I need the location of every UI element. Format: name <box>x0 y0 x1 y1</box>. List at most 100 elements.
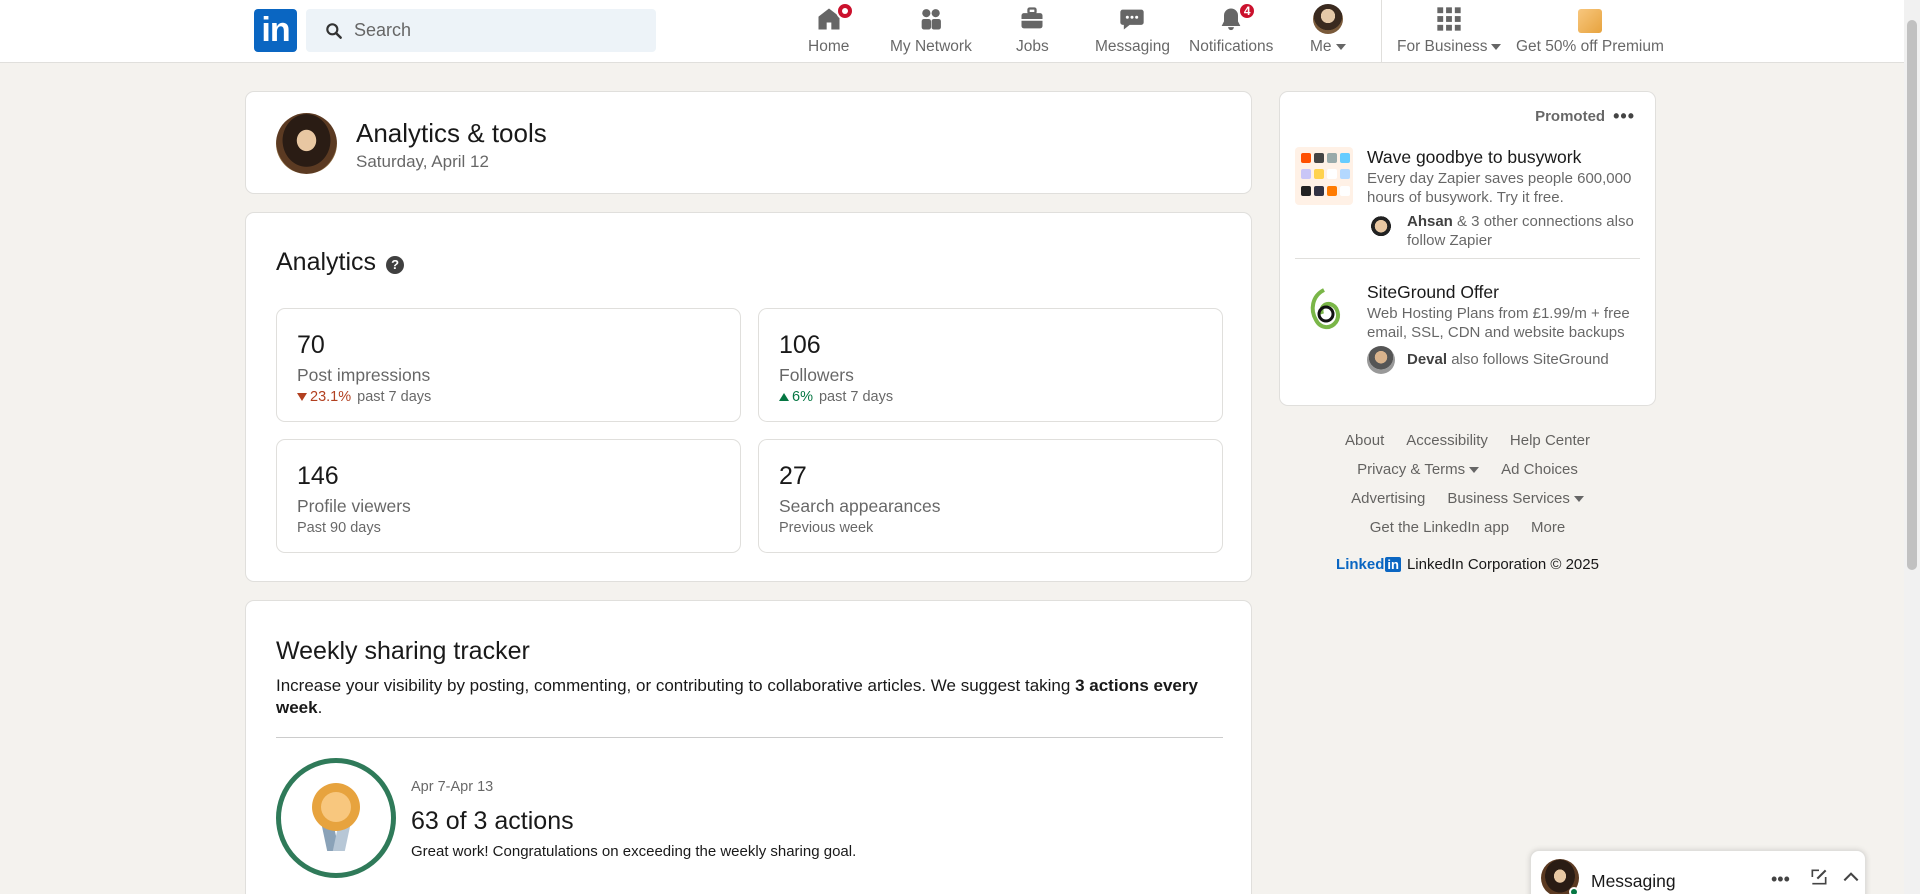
ad-title: Wave goodbye to busywork <box>1367 147 1582 167</box>
tracker-date-range: Apr 7-Apr 13 <box>411 779 494 795</box>
stat-label: Followers <box>779 365 854 385</box>
nav-for-business-label: For Business <box>1397 38 1488 55</box>
connection-name: Ahsan <box>1407 213 1453 230</box>
connection-text: also follows SiteGround <box>1447 351 1609 368</box>
nav-my-network[interactable]: My Network <box>890 4 972 60</box>
stat-period: Previous week <box>779 520 874 536</box>
stat-label: Profile viewers <box>297 496 411 516</box>
stat-label: Post impressions <box>297 365 431 385</box>
ad-description: Every day Zapier saves people 600,000 ho… <box>1367 170 1632 206</box>
copyright-text: LinkedIn Corporation © 2025 <box>1406 556 1599 573</box>
nav-me[interactable]: Me <box>1310 4 1346 60</box>
wordmark-text: Linked <box>1336 556 1385 573</box>
chevron-down-icon <box>1491 44 1502 50</box>
me-avatar <box>1312 4 1343 34</box>
chat-icon <box>1120 9 1145 30</box>
footer-business-link[interactable]: Business Services <box>1447 490 1584 507</box>
scrollbar-thumb[interactable] <box>1907 20 1917 570</box>
nav-divider <box>1381 0 1382 63</box>
chevron-down-icon <box>1335 44 1346 50</box>
divider <box>1295 258 1640 259</box>
stat-value: 146 <box>297 462 339 490</box>
copyright: Linked in LinkedIn Corporation © 2025 <box>1279 556 1656 573</box>
chevron-down-icon <box>1573 495 1584 502</box>
stat-period: Past 90 days <box>297 520 381 536</box>
connection-avatar <box>1367 346 1395 374</box>
connection-name: Deval <box>1407 351 1448 368</box>
nav-jobs-label: Jobs <box>1016 38 1049 55</box>
page-date: Saturday, April 12 <box>356 152 489 171</box>
medal-icon <box>306 783 366 853</box>
promoted-header: Promoted ••• <box>1535 106 1635 127</box>
nav-home[interactable]: Home <box>808 2 854 60</box>
footer-adchoices-link[interactable]: Ad Choices <box>1501 461 1578 478</box>
premium-icon <box>1577 8 1602 33</box>
ad-connections: Deval also follows SiteGround <box>1407 350 1647 369</box>
weekly-sharing-tracker-card: Weekly sharing tracker Increase your vis… <box>245 600 1252 894</box>
messaging-overlay[interactable]: Messaging ••• <box>1530 850 1866 894</box>
promoted-label: Promoted <box>1535 108 1606 125</box>
help-icon[interactable]: ? <box>386 255 405 274</box>
nav-messaging[interactable]: Messaging <box>1095 4 1170 60</box>
footer-about-link[interactable]: About <box>1345 432 1384 449</box>
tracker-description: Increase your visibility by posting, com… <box>276 675 1236 719</box>
analytics-heading: Analytics ? <box>276 248 405 277</box>
stat-value: 106 <box>779 331 821 359</box>
ad-description: Web Hosting Plans from £1.99/m + free em… <box>1367 305 1630 341</box>
stat-trend: 23.1% past 7 days <box>297 389 431 405</box>
footer-app-link[interactable]: Get the LinkedIn app <box>1370 519 1509 536</box>
notifications-count-badge: 4 <box>1238 2 1257 20</box>
footer-business-label: Business Services <box>1447 490 1570 507</box>
stat-value: 70 <box>297 331 325 359</box>
search-icon <box>326 22 342 39</box>
tracker-title: Weekly sharing tracker <box>276 637 530 665</box>
stat-period: past 7 days <box>357 389 432 405</box>
footer-accessibility-link[interactable]: Accessibility <box>1406 432 1488 449</box>
trend-down-icon <box>297 393 307 401</box>
more-options-icon[interactable]: ••• <box>1613 106 1635 127</box>
linkedin-logo-icon[interactable]: in <box>254 9 297 52</box>
divider <box>276 737 1223 738</box>
wordmark-box: in <box>1385 557 1401 572</box>
tracker-note: Great work! Congratulations on exceeding… <box>411 843 857 860</box>
chevron-up-icon[interactable] <box>1841 867 1861 892</box>
nav-notifications-label: Notifications <box>1189 38 1274 55</box>
more-options-icon[interactable]: ••• <box>1771 869 1790 890</box>
search-bar[interactable] <box>306 9 656 52</box>
nav-premium-label: Get 50% off Premium <box>1516 38 1664 55</box>
ad-connections: Ahsan & 3 other connections also follow … <box>1407 212 1647 250</box>
analytics-header-card: Analytics & tools Saturday, April 12 <box>245 91 1252 194</box>
messaging-title: Messaging <box>1591 871 1676 891</box>
compose-icon[interactable] <box>1809 867 1829 892</box>
nav-notifications[interactable]: 4 Notifications <box>1189 2 1274 60</box>
briefcase-icon <box>1021 7 1043 29</box>
nav-jobs[interactable]: Jobs <box>1016 4 1049 60</box>
stat-period: past 7 days <box>818 389 894 405</box>
stat-change: 6% <box>792 389 813 405</box>
footer-help-link[interactable]: Help Center <box>1510 432 1590 449</box>
footer-advertising-link[interactable]: Advertising <box>1351 490 1425 507</box>
ad-title: SiteGround Offer <box>1367 282 1499 302</box>
footer-privacy-link[interactable]: Privacy & Terms <box>1357 461 1480 478</box>
page-scrollbar[interactable] <box>1904 0 1920 894</box>
people-icon <box>921 9 941 30</box>
chevron-down-icon <box>1469 466 1480 473</box>
footer-more-link[interactable]: More <box>1531 519 1565 536</box>
stat-followers[interactable]: 106 Followers 6% past 7 days <box>758 308 1223 422</box>
promoted-card: Promoted ••• Wave goodbye to busywork Ev… <box>1279 91 1656 406</box>
stat-search-appearances[interactable]: 27 Search appearances Previous week <box>758 439 1223 553</box>
nav-premium[interactable]: Get 50% off Premium <box>1516 4 1664 60</box>
stat-change: 23.1% <box>310 389 352 405</box>
global-nav: in Home My Network Jobs Messaging 4 Noti… <box>0 0 1904 63</box>
nav-me-label: Me <box>1310 38 1332 55</box>
profile-avatar[interactable] <box>276 113 337 174</box>
search-input[interactable] <box>354 20 634 41</box>
tracker-desc-end: . <box>317 698 323 717</box>
analytics-title: Analytics <box>276 248 377 276</box>
siteground-logo-icon <box>1295 282 1353 340</box>
nav-for-business[interactable]: For Business <box>1397 4 1502 60</box>
stat-post-impressions[interactable]: 70 Post impressions 23.1% past 7 days <box>276 308 741 422</box>
progress-ring <box>276 758 396 878</box>
nav-home-label: Home <box>808 38 850 55</box>
stat-profile-viewers[interactable]: 146 Profile viewers Past 90 days <box>276 439 741 553</box>
